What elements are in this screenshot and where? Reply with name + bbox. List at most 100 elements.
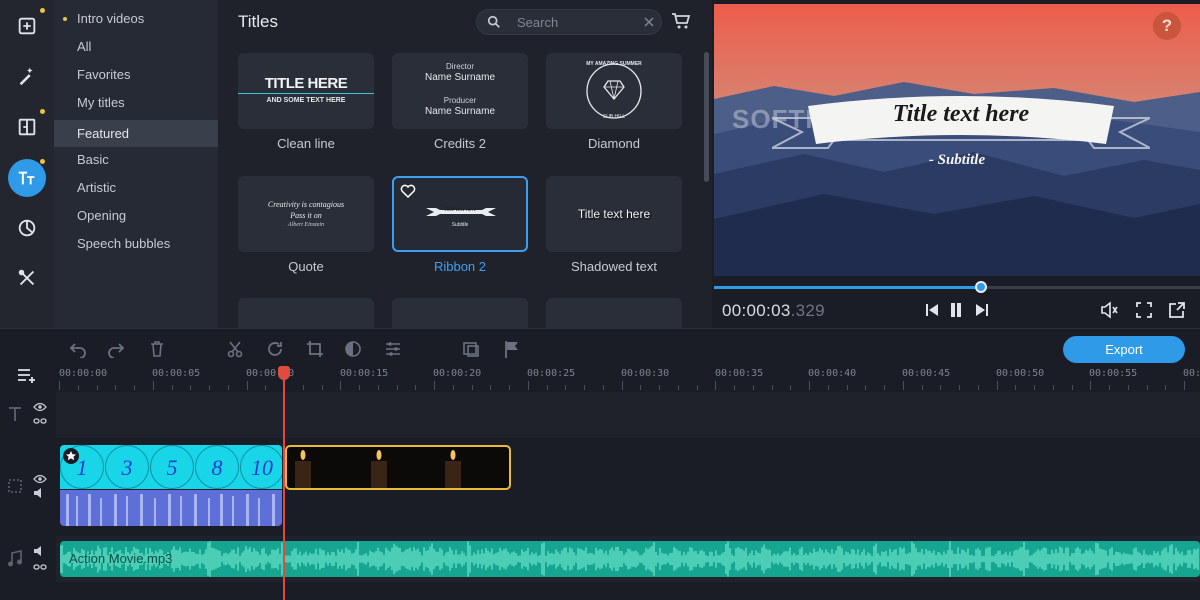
titles-panel: Titles TITLE HERE AND SOME TEXT HERE Cle… [218, 0, 712, 328]
thumb-line [238, 93, 374, 94]
ruler-tick [996, 381, 998, 390]
title-tile-shadowed-text[interactable]: Title text here [546, 176, 682, 252]
ruler-tick [134, 385, 135, 390]
ruler-tick [1165, 385, 1167, 390]
time-ruler[interactable]: 00:00:00 00:00:05 00:00:10 00:00:15 00:0… [56, 366, 1200, 390]
thumb-top-text: MY AMAZING SUMMER [586, 61, 642, 67]
ruler-tick [977, 385, 979, 390]
ruler-label: 00:00:40 [808, 368, 857, 379]
preview-frame: SOFTPEDIA Title text here - Subtitle [714, 4, 1200, 276]
title-tile-clean-line[interactable]: TITLE HERE AND SOME TEXT HERE [238, 53, 374, 129]
visibility-eye-icon[interactable] [33, 402, 47, 412]
preview-player: SOFTPEDIA Title text here - Subtitle ? 0… [714, 0, 1200, 328]
clip-properties-icon[interactable] [384, 340, 402, 358]
category-label: Opening [77, 208, 127, 223]
new-dot [63, 17, 67, 21]
ruler-tick [734, 385, 735, 390]
add-track-icon[interactable] [17, 368, 37, 384]
title-tile-diamond[interactable]: MY AMAZING SUMMER SUB HILL [546, 53, 682, 129]
detach-preview-icon[interactable] [1168, 301, 1186, 319]
favorite-heart-icon[interactable] [400, 184, 416, 198]
rotate-icon[interactable] [266, 340, 284, 358]
tile-label: Shadowed text [570, 259, 657, 274]
skip-forward-icon[interactable] [973, 301, 991, 319]
visibility-eye-icon[interactable] [33, 474, 47, 484]
link-icon[interactable] [33, 416, 47, 426]
media-overlay-icon[interactable] [462, 340, 480, 358]
category-artistic[interactable]: Artistic [54, 174, 218, 201]
category-favorites[interactable]: Favorites [54, 61, 218, 88]
category-my-titles[interactable]: My titles [54, 89, 218, 116]
thumb-subtitle: Subtitle [451, 222, 469, 228]
delete-icon[interactable] [148, 340, 166, 358]
category-featured[interactable]: Featured [54, 120, 218, 147]
numbers-video-clip[interactable]: 1 3 5 8 10 [60, 445, 282, 489]
ruler-tick [584, 385, 585, 390]
thumb-title: Title text here [443, 207, 477, 213]
title-tile-credits-2[interactable]: Director Name Surname Producer Name Surn… [392, 53, 528, 129]
star-badge-icon [63, 448, 79, 464]
category-intro-videos[interactable]: Intro videos [54, 5, 218, 32]
help-button[interactable]: ? [1153, 12, 1181, 40]
stickers-icon[interactable] [8, 209, 46, 247]
playhead-handle[interactable] [278, 366, 290, 380]
ruler-tick [321, 385, 323, 390]
color-adjust-icon[interactable] [344, 340, 362, 358]
search-input[interactable] [517, 13, 627, 31]
crop-icon[interactable] [306, 340, 324, 358]
speaker-icon[interactable] [33, 546, 47, 556]
title-tile-quote[interactable]: Creativity is contagious Pass it on Albe… [238, 176, 374, 252]
volume-icon[interactable] [1100, 301, 1118, 319]
import-notify-dot [40, 8, 45, 13]
ruler-tick [621, 381, 623, 390]
pause-icon[interactable] [947, 301, 965, 319]
seek-handle[interactable] [975, 281, 988, 293]
category-speech-bubbles[interactable]: Speech bubbles [54, 230, 218, 257]
more-tools-icon[interactable] [8, 259, 46, 297]
search-box[interactable] [476, 9, 662, 35]
panel-scrollbar[interactable] [704, 52, 709, 182]
ruler-tick [1184, 381, 1185, 390]
titles-icon[interactable] [8, 159, 46, 197]
category-opening[interactable]: Opening [54, 202, 218, 229]
title-tile[interactable] [238, 298, 374, 328]
ruler-tick [827, 385, 829, 390]
speaker-icon[interactable] [33, 488, 47, 498]
ruler-tick [209, 385, 210, 390]
music-audio-clip[interactable]: Action Movie.mp3 [60, 541, 1200, 577]
cut-icon[interactable] [226, 340, 244, 358]
export-button[interactable]: Export [1063, 336, 1185, 363]
category-basic[interactable]: Basic [54, 146, 218, 173]
ruler-tick [152, 381, 154, 390]
thumb-quote: Pass it on [290, 211, 322, 220]
ruler-tick [602, 385, 604, 390]
ruler-tick [171, 385, 173, 390]
ruler-tick [1052, 385, 1054, 390]
title-track[interactable] [56, 392, 1200, 438]
skip-back-icon[interactable] [923, 301, 941, 319]
title-tile[interactable] [392, 298, 528, 328]
link-icon[interactable] [33, 562, 47, 572]
effects-wand-icon[interactable] [8, 57, 46, 95]
ruler-tick [546, 385, 548, 390]
category-all[interactable]: All [54, 33, 218, 60]
candles-video-clip[interactable] [285, 445, 511, 490]
numbers-clip-audio[interactable] [60, 490, 282, 526]
marker-flag-icon[interactable] [503, 340, 521, 358]
ruler-label: 00:00:05 [152, 368, 201, 379]
ruler-tick [809, 381, 810, 390]
cart-icon[interactable] [671, 12, 691, 30]
ruler-tick [246, 381, 248, 390]
ruler-tick [190, 385, 192, 390]
thumb-name: Name Surname [424, 106, 496, 117]
ruler-tick [752, 385, 754, 390]
title-tile[interactable] [546, 298, 682, 328]
title-tile-ribbon-2[interactable]: Title text here Subtitle [392, 176, 528, 252]
undo-icon[interactable] [69, 340, 87, 358]
seek-bar[interactable] [714, 281, 1200, 293]
clear-search-icon[interactable] [643, 16, 655, 28]
ruler-label: 00:00:55 [1089, 368, 1138, 379]
redo-icon[interactable] [107, 340, 125, 358]
fullscreen-icon[interactable] [1135, 301, 1153, 319]
ruler-label: 00:00:30 [621, 368, 670, 379]
